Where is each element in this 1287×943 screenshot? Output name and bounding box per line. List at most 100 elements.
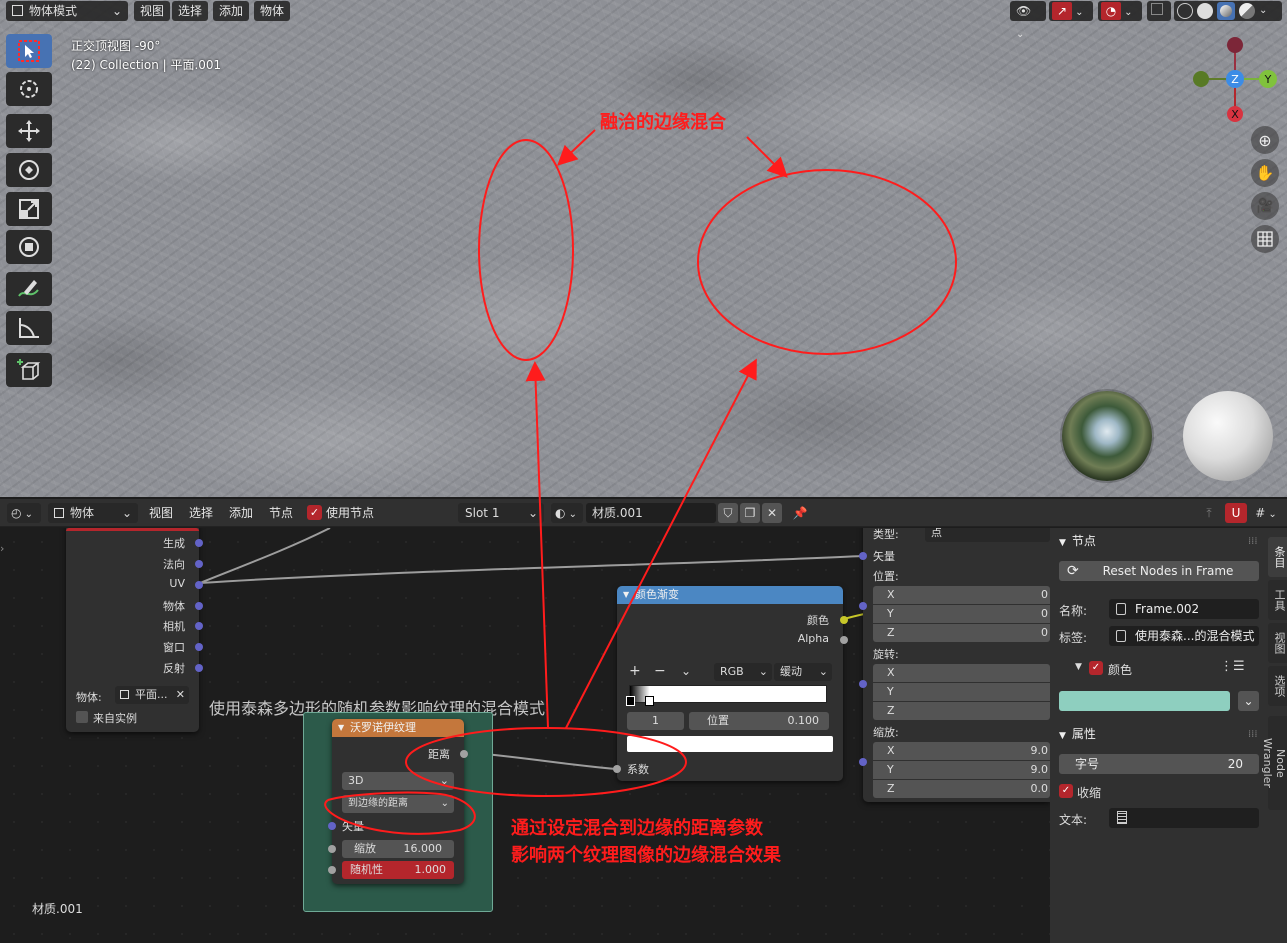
texture-coordinate-node[interactable]: 生成 法向 UV 物体 相机 窗口 反射 物体: 平面... ✕ 来自实例 <box>66 528 203 732</box>
3d-viewport[interactable]: 物体模式 ⌄ 视图 选择 添加 物体 👁 ⌄ ↗ ⌄ ◔ ⌄ ⌄ 正交顶视图 -9… <box>0 0 1287 497</box>
node-canvas[interactable]: › 生成 法向 UV 物体 相机 窗口 反射 物体: 平面... ✕ 来自实例 使… <box>0 528 1050 943</box>
collapse-arrow-icon[interactable]: ▼ <box>338 719 344 737</box>
interpolation-select[interactable]: 缓动 ⌄ <box>774 663 832 681</box>
scale-x-field[interactable]: X 9.0 <box>873 742 1050 760</box>
socket-alpha-out[interactable] <box>840 636 848 644</box>
text-datablock-field[interactable] <box>1109 808 1259 828</box>
feature-select[interactable]: 到边缘的距离 ⌄ <box>342 795 454 813</box>
stop-index-field[interactable]: 1 <box>627 712 684 730</box>
properties-section-header[interactable]: ▼ 属性 <box>1059 725 1096 742</box>
scale-field[interactable]: 缩放 16.000 <box>342 840 454 858</box>
xray-toggle[interactable] <box>1147 1 1171 21</box>
location-x-field[interactable]: X0 <box>873 586 1050 604</box>
tab-item[interactable]: 条目 <box>1268 537 1287 577</box>
voronoi-texture-node[interactable]: ▼ 沃罗诺伊纹理 距离 3D ⌄ 到边缘的距离 ⌄ 矢量 缩放 16.000 随机性 1.… <box>328 719 468 884</box>
socket-reflection[interactable] <box>195 664 203 672</box>
rotate-tool[interactable] <box>6 153 52 187</box>
object-field[interactable]: 平面... ✕ <box>115 686 189 704</box>
ramp-stop-0[interactable] <box>626 696 635 706</box>
drag-handle-icon[interactable]: ⁞⁞⁞ <box>1248 536 1258 547</box>
name-field[interactable]: Frame.002 <box>1109 599 1259 619</box>
close-icon[interactable]: ✕ <box>176 686 185 704</box>
socket-location[interactable] <box>859 602 867 610</box>
color-collapse-arrow-icon[interactable]: ▼ <box>1075 662 1082 672</box>
mode-select[interactable]: 物体模式 ⌄ <box>6 1 128 21</box>
parent-node-tree-button[interactable]: ⤒ <box>1199 503 1219 523</box>
menu-object[interactable]: 物体 <box>254 1 291 21</box>
navigation-gizmo[interactable]: Z Y X <box>1188 34 1280 124</box>
location-z-field[interactable]: Z0 <box>873 624 1050 642</box>
location-y-field[interactable]: Y0 <box>873 605 1050 623</box>
socket-vector-in[interactable] <box>328 822 336 830</box>
socket-generated[interactable] <box>195 539 203 547</box>
editor-type-select[interactable]: ◴ ⌄ <box>7 503 41 523</box>
tab-tool[interactable]: 工具 <box>1268 580 1287 620</box>
color-ramp-node-header[interactable]: ▼ 颜色渐变 <box>617 586 843 604</box>
color-mode-select[interactable]: RGB ⌄ <box>714 663 772 681</box>
socket-window[interactable] <box>195 643 203 651</box>
socket-distance[interactable] <box>460 750 468 758</box>
transform-tool[interactable] <box>6 230 52 264</box>
tab-node-wrangler[interactable]: Node Wrangler <box>1261 716 1287 810</box>
ortho-toggle-button[interactable] <box>1251 225 1279 253</box>
socket-scale[interactable] <box>859 758 867 766</box>
select-box-tool[interactable] <box>6 34 52 68</box>
socket-scale-in[interactable] <box>328 845 336 853</box>
zoom-button[interactable]: ⊕ <box>1251 126 1279 154</box>
drag-handle-icon[interactable]: ⁞⁞⁞ <box>1248 729 1258 740</box>
add-cube-tool[interactable] <box>6 353 52 387</box>
dimension-select[interactable]: 3D ⌄ <box>342 772 454 790</box>
use-color-checkbox[interactable]: ✓ <box>1089 661 1103 675</box>
snap-toggle[interactable]: U <box>1225 503 1247 523</box>
randomness-field[interactable]: 随机性 1.000 <box>342 861 454 879</box>
socket-randomness-in[interactable] <box>328 866 336 874</box>
color-presets-icon[interactable]: ⋮☰ <box>1220 659 1245 674</box>
visibility-dropdown[interactable]: 👁 ⌄ <box>1010 1 1046 40</box>
solid-shading-icon[interactable] <box>1197 3 1213 19</box>
annotate-tool[interactable] <box>6 272 52 306</box>
fake-user-button[interactable]: ⛉ <box>718 503 738 523</box>
slot-select[interactable]: Slot 1 ⌄ <box>458 503 544 523</box>
ne-menu-node[interactable]: 节点 <box>269 504 293 522</box>
menu-view[interactable]: 视图 <box>134 1 171 21</box>
use-nodes-checkbox[interactable]: ✓ <box>307 505 322 520</box>
measure-tool[interactable] <box>6 311 52 345</box>
mapping-type-select[interactable]: 点 <box>925 528 1050 542</box>
ramp-stop-1[interactable] <box>645 696 654 706</box>
ne-menu-select[interactable]: 选择 <box>189 504 213 522</box>
gizmo-dropdown[interactable]: ↗ ⌄ <box>1049 1 1093 21</box>
rendered-shading-icon[interactable] <box>1239 3 1255 19</box>
rotation-y-field[interactable]: Y <box>873 683 1050 701</box>
stop-color-swatch[interactable] <box>627 736 833 752</box>
tab-options[interactable]: 选项 <box>1268 666 1287 706</box>
overlay-dropdown[interactable]: ◔ ⌄ <box>1098 1 1142 21</box>
chevron-down-icon[interactable]: ⌄ <box>1259 1 1267 21</box>
ne-menu-view[interactable]: 视图 <box>149 504 173 522</box>
socket-rotation[interactable] <box>859 680 867 688</box>
shrink-checkbox[interactable]: ✓ <box>1059 784 1073 798</box>
scale-y-field[interactable]: Y 9.0 <box>873 761 1050 779</box>
mapping-node[interactable]: 类型: 点 矢量 位置: X0 Y0 Z0 旋转: X Y Z 缩放: X 9.0… <box>859 528 1050 802</box>
menu-select[interactable]: 选择 <box>172 1 209 21</box>
material-browse[interactable]: ◐ ⌄ <box>551 503 583 523</box>
wireframe-shading-icon[interactable] <box>1177 3 1193 19</box>
ramp-menu-button[interactable]: ⌄ <box>681 664 691 678</box>
shading-modes[interactable]: ⌄ <box>1174 1 1282 21</box>
scale-z-field[interactable]: Z 0.0 <box>873 780 1050 798</box>
color-ramp-bar[interactable] <box>629 685 827 703</box>
socket-uv[interactable] <box>195 581 203 589</box>
pin-button[interactable]: 📌 <box>790 503 810 523</box>
position-field[interactable]: 位置 0.100 <box>689 712 829 730</box>
tab-view[interactable]: 视图 <box>1268 623 1287 663</box>
add-stop-button[interactable]: + <box>629 663 641 679</box>
material-shading-icon[interactable] <box>1217 2 1235 20</box>
expand-arrow-icon[interactable]: › <box>0 542 4 555</box>
scale-tool[interactable] <box>6 192 52 226</box>
socket-color-out[interactable] <box>840 616 848 624</box>
snap-target-dropdown[interactable]: # ⌄ <box>1250 503 1282 523</box>
rotation-z-field[interactable]: Z <box>873 702 1050 720</box>
socket-factor-in[interactable] <box>613 765 621 773</box>
menu-add[interactable]: 添加 <box>213 1 250 21</box>
collapse-arrow-icon[interactable]: ▼ <box>623 586 629 604</box>
shader-type-select[interactable]: 物体 ⌄ <box>48 503 138 523</box>
